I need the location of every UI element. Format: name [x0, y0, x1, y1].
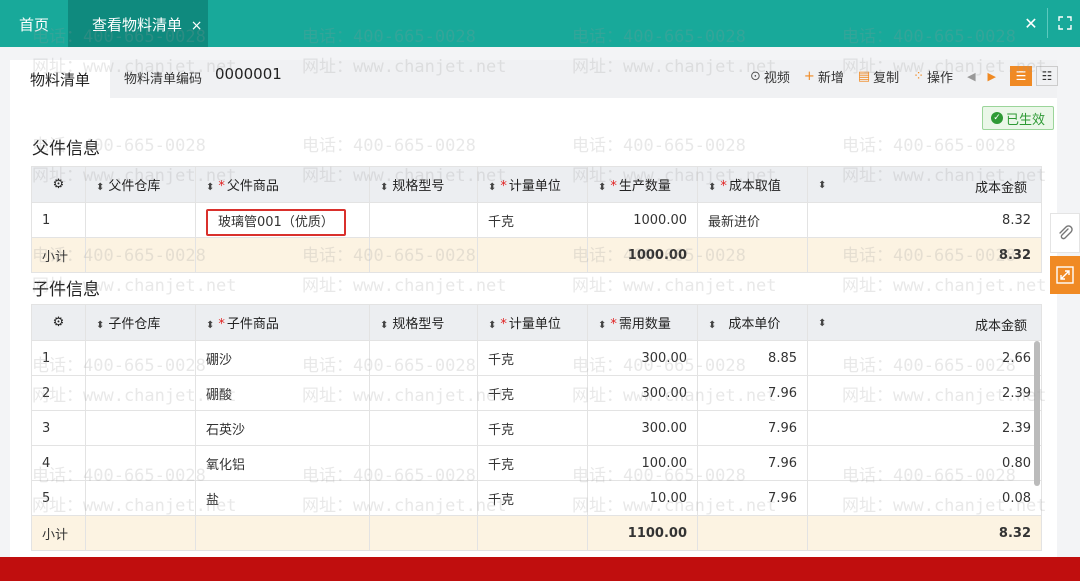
- status-badge-label: 已生效: [1005, 112, 1045, 128]
- copy-icon: ▤: [857, 68, 871, 84]
- subtotal-row: 小计 1000.00 8.32: [31, 237, 1042, 273]
- col-header-qty[interactable]: ⬍ * 生产数量: [587, 166, 698, 203]
- table-row[interactable]: 1 玻璃管001（优质） 千克 1000.00 最新进价 8.32: [31, 202, 1042, 238]
- col-header-product[interactable]: ⬍ * 父件商品: [195, 166, 370, 203]
- next-record-icon[interactable]: ▶: [988, 70, 996, 83]
- parent-section-title: 父件信息: [32, 139, 100, 159]
- bom-code-value: 0000001: [215, 65, 282, 83]
- col-header-spec[interactable]: ⬍ 规格型号: [369, 304, 478, 341]
- subtotal-qty: 1100.00: [587, 515, 698, 551]
- plus-icon: +: [803, 68, 815, 84]
- table-header-row: ⚙ ⬍ 父件仓库 ⬍ * 父件商品 ⬍ 规格型号 ⬍ * 计量单位 ⬍ * 生产数量 ⬍ * 成本取…: [31, 166, 1042, 203]
- table-row[interactable]: 5 盐 千克 10.00 7.96 0.08: [31, 480, 1042, 516]
- check-icon: ✓: [990, 112, 1003, 124]
- copy-label: 复制: [873, 70, 900, 86]
- col-header-warehouse[interactable]: ⬍ 父件仓库: [85, 166, 196, 203]
- add-label: 新增: [817, 70, 844, 86]
- col-header-unit-cost[interactable]: ⬍ 成本单价: [697, 304, 808, 341]
- parent-table: ⚙ ⬍ 父件仓库 ⬍ * 父件商品 ⬍ 规格型号 ⬍ * 计量单位 ⬍ * 生产数量 ⬍ * 成本取…: [31, 166, 1042, 273]
- col-header-unit[interactable]: ⬍ * 计量单位: [477, 304, 588, 341]
- table-row[interactable]: 4 氧化铝 千克 100.00 7.96 0.80: [31, 445, 1042, 481]
- col-header-cost-source[interactable]: ⬍ * 成本取值: [697, 166, 808, 203]
- paperclip-icon: [1059, 225, 1073, 240]
- subtotal-label: 小计: [31, 515, 86, 551]
- top-tab-bar: 首页 查看物料清单 × ✕: [0, 0, 1080, 47]
- toolbar: ⊙ 视频 + 新增 ▤ 复制 ⁘ 操作 ◀ ▶ ☰ ☷: [736, 65, 1058, 87]
- footer-bar: [0, 557, 1080, 581]
- fullscreen-icon[interactable]: [1058, 16, 1072, 30]
- child-table: ⚙ ⬍ 子件仓库 ⬍ * 子件商品 ⬍ 规格型号 ⬍ * 计量单位 ⬍ * 需用数量 ⬍ 成本单价…: [31, 304, 1042, 551]
- cell-cost-source[interactable]: 最新进价: [697, 202, 808, 238]
- play-icon: ⊙: [749, 68, 761, 84]
- row-index: 1: [31, 202, 86, 238]
- cell-amount[interactable]: 8.32: [807, 202, 1042, 238]
- close-window-icon[interactable]: ✕: [1020, 0, 1042, 47]
- table-row[interactable]: 2 硼酸 千克 300.00 7.96 2.39: [31, 375, 1042, 411]
- operations-label: 操作: [927, 70, 954, 86]
- cell-product[interactable]: 玻璃管001（优质）: [195, 202, 370, 238]
- operations-button[interactable]: ⁘ 操作: [913, 67, 953, 86]
- add-button[interactable]: + 新增: [804, 67, 844, 86]
- vertical-scrollbar[interactable]: [1034, 341, 1040, 486]
- col-header-warehouse[interactable]: ⬍ 子件仓库: [85, 304, 196, 341]
- tab-bom[interactable]: 物料清单: [10, 60, 110, 98]
- col-header-spec[interactable]: ⬍ 规格型号: [369, 166, 478, 203]
- copy-button[interactable]: ▤ 复制: [858, 67, 899, 86]
- tab-home[interactable]: 首页: [0, 0, 68, 47]
- cell-unit[interactable]: 千克: [477, 202, 588, 238]
- status-badge: ✓ 已生效: [982, 106, 1054, 130]
- list-view-icon[interactable]: ☰: [1010, 66, 1032, 86]
- table-row[interactable]: 3 石英沙 千克 300.00 7.96 2.39: [31, 410, 1042, 446]
- subtotal-qty: 1000.00: [587, 237, 698, 273]
- col-header-unit[interactable]: ⬍ * 计量单位: [477, 166, 588, 203]
- col-header-product[interactable]: ⬍ * 子件商品: [195, 304, 370, 341]
- highlight-box: 玻璃管001（优质）: [206, 208, 346, 236]
- bom-code-label: 物料清单编码: [124, 72, 203, 87]
- col-header-qty[interactable]: ⬍ * 需用数量: [587, 304, 698, 341]
- video-label: 视频: [763, 70, 790, 86]
- divider: [1047, 8, 1048, 38]
- subtotal-row: 小计 1100.00 8.32: [31, 515, 1042, 551]
- subtotal-label: 小计: [31, 237, 86, 273]
- prev-record-icon[interactable]: ◀: [967, 70, 975, 83]
- video-button[interactable]: ⊙ 视频: [750, 67, 790, 86]
- subtotal-amount: 8.32: [807, 515, 1042, 551]
- child-section-title: 子件信息: [32, 280, 100, 300]
- tab-close-icon[interactable]: ×: [191, 18, 203, 34]
- detail-view-icon[interactable]: ☷: [1036, 66, 1058, 86]
- tab-label: 查看物料清单: [92, 16, 183, 34]
- table-header-row: ⚙ ⬍ 子件仓库 ⬍ * 子件商品 ⬍ 规格型号 ⬍ * 计量单位 ⬍ * 需用数量 ⬍ 成本单价…: [31, 304, 1042, 341]
- column-settings-icon[interactable]: ⚙: [31, 166, 86, 203]
- column-settings-icon[interactable]: ⚙: [31, 304, 86, 341]
- tab-view-bom[interactable]: 查看物料清单 ×: [68, 0, 208, 47]
- link-icon[interactable]: [1050, 213, 1080, 253]
- subtotal-amount: 8.32: [807, 237, 1042, 273]
- expand-arrows-icon: [1056, 266, 1074, 284]
- grid-icon: ⁘: [913, 68, 925, 84]
- col-header-amount[interactable]: ⬍ 成本金额: [807, 304, 1042, 341]
- cell-warehouse[interactable]: [85, 202, 196, 238]
- cell-spec[interactable]: [369, 202, 478, 238]
- table-row[interactable]: 1 硼沙 千克 300.00 8.85 2.66: [31, 340, 1042, 376]
- col-header-amount[interactable]: ⬍ 成本金额: [807, 166, 1042, 203]
- cell-qty[interactable]: 1000.00: [587, 202, 698, 238]
- expand-icon[interactable]: [1050, 256, 1080, 294]
